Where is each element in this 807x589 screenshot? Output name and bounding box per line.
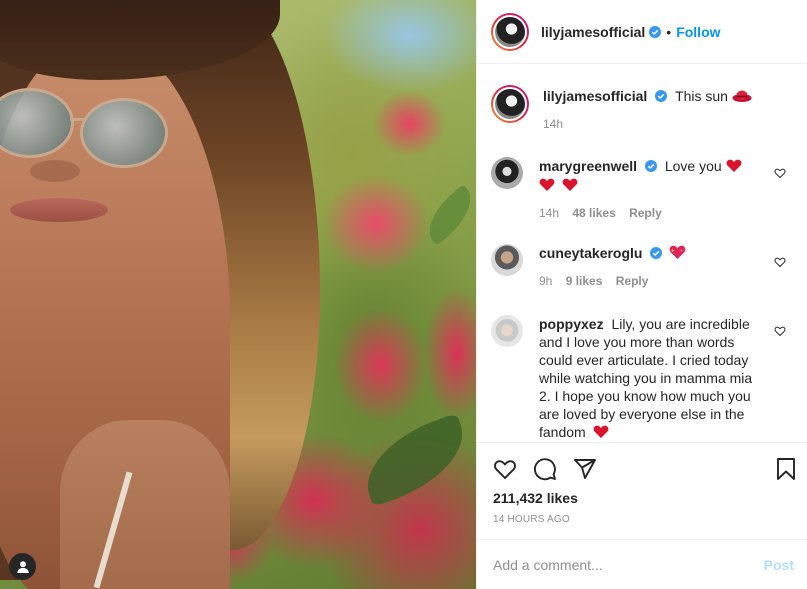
comment-line: cuneytakeroglu [539, 244, 765, 262]
comment-item: poppyxez Lily, you are incredible and I … [491, 315, 796, 441]
comment-like-heart-icon[interactable] [774, 325, 786, 337]
comment-line: marygreenwell Love you [539, 157, 765, 175]
photo-sunglasses-lens [80, 98, 168, 168]
author-avatar-inner [493, 14, 527, 49]
caption-time[interactable]: 14h [543, 117, 563, 131]
sun-hat-emoji [732, 90, 752, 102]
comment-icon[interactable] [533, 457, 557, 481]
follow-button[interactable]: Follow [676, 24, 720, 40]
author-avatar[interactable] [491, 12, 529, 51]
comment-body: cuneytakeroglu 9h 9 likes Reply [539, 244, 765, 288]
caption-item: lilyjamesofficial This sun 14h [491, 85, 796, 131]
comment-username[interactable]: marygreenwell [539, 158, 637, 174]
caption-text: This sun [675, 88, 728, 104]
post-actions: 211,432 likes 14 HOURS AGO Post [477, 443, 807, 589]
verified-badge-icon [650, 247, 663, 259]
comment-item: cuneytakeroglu 9h 9 likes Reply [491, 244, 796, 288]
comment-like-heart-icon[interactable] [774, 167, 786, 179]
comments-list[interactable]: lilyjamesofficial This sun 14h marygreen… [477, 65, 807, 443]
header-separator: • [666, 23, 672, 40]
sparkling-heart-emoji [669, 245, 686, 259]
comment-likes[interactable]: 9 likes [566, 274, 603, 288]
photo-leaf [353, 412, 476, 508]
comment-body: poppyxez Lily, you are incredible and I … [539, 315, 755, 441]
author-username[interactable]: lilyjamesofficial [541, 24, 645, 40]
comment-body: marygreenwell Love you 14h 48 likes Repl… [539, 157, 765, 220]
share-icon[interactable] [573, 457, 597, 481]
red-heart-emoji [539, 178, 555, 191]
post-photo[interactable] [0, 0, 476, 589]
photo-neck [60, 420, 230, 589]
reply-button[interactable]: Reply [616, 274, 649, 288]
likes-count[interactable]: 211,432 likes [493, 490, 578, 506]
comment-meta: 9h 9 likes Reply [539, 274, 765, 288]
commenter-avatar[interactable] [491, 244, 523, 276]
caption-line: lilyjamesofficial This sun [543, 87, 769, 105]
red-heart-emoji [726, 159, 741, 172]
comment-line: poppyxez Lily, you are incredible and I … [539, 315, 755, 441]
verified-badge-icon [644, 160, 657, 172]
red-heart-emoji [562, 178, 578, 191]
photo-sunglasses-bridge [70, 118, 84, 121]
commenter-avatar[interactable] [491, 315, 523, 347]
verified-badge-icon [655, 90, 668, 102]
heart-icon[interactable] [493, 457, 517, 481]
post-sidebar: lilyjamesofficial • Follow lilyjamesoffi… [476, 0, 807, 589]
user-tag-icon-glyph [16, 560, 29, 573]
caption-avatar-inner [493, 87, 527, 121]
comment-text: Love you [664, 158, 722, 174]
caption-meta: 14h [543, 117, 769, 131]
verified-badge-icon [649, 25, 662, 38]
comment-likes[interactable]: 48 likes [572, 206, 615, 220]
post-timestamp[interactable]: 14 HOURS AGO [493, 514, 570, 525]
comment-meta: 14h 48 likes Reply [539, 206, 765, 220]
caption-body: lilyjamesofficial This sun 14h [543, 85, 769, 131]
bookmark-icon[interactable] [774, 457, 798, 481]
comment-time[interactable]: 9h [539, 274, 552, 288]
comment-username[interactable]: cuneytakeroglu [539, 245, 642, 261]
caption-avatar-image [495, 89, 525, 119]
comment-composer: Post [477, 539, 807, 589]
post-header: lilyjamesofficial • Follow [477, 0, 807, 64]
photo-lips [10, 198, 108, 222]
author-avatar-image [495, 16, 525, 47]
caption-avatar[interactable] [491, 85, 529, 123]
add-comment-input[interactable] [493, 556, 764, 573]
red-heart-emoji [593, 425, 609, 438]
commenter-avatar[interactable] [491, 157, 523, 189]
comment-like-heart-icon[interactable] [774, 256, 786, 268]
comment-line [539, 176, 765, 194]
caption-username[interactable]: lilyjamesofficial [543, 88, 647, 104]
photo-leaf [417, 184, 476, 246]
comment-text: Lily, you are incredible and I love you … [539, 316, 753, 440]
photo-nose [30, 160, 80, 182]
reply-button[interactable]: Reply [629, 206, 662, 220]
comment-time[interactable]: 14h [539, 206, 559, 220]
header-user: lilyjamesofficial • Follow [541, 24, 721, 40]
post-comment-button[interactable]: Post [764, 557, 794, 573]
user-tag-icon[interactable] [9, 553, 36, 580]
comment-item: marygreenwell Love you 14h 48 likes Repl… [491, 157, 796, 220]
comment-username[interactable]: poppyxez [539, 316, 604, 332]
